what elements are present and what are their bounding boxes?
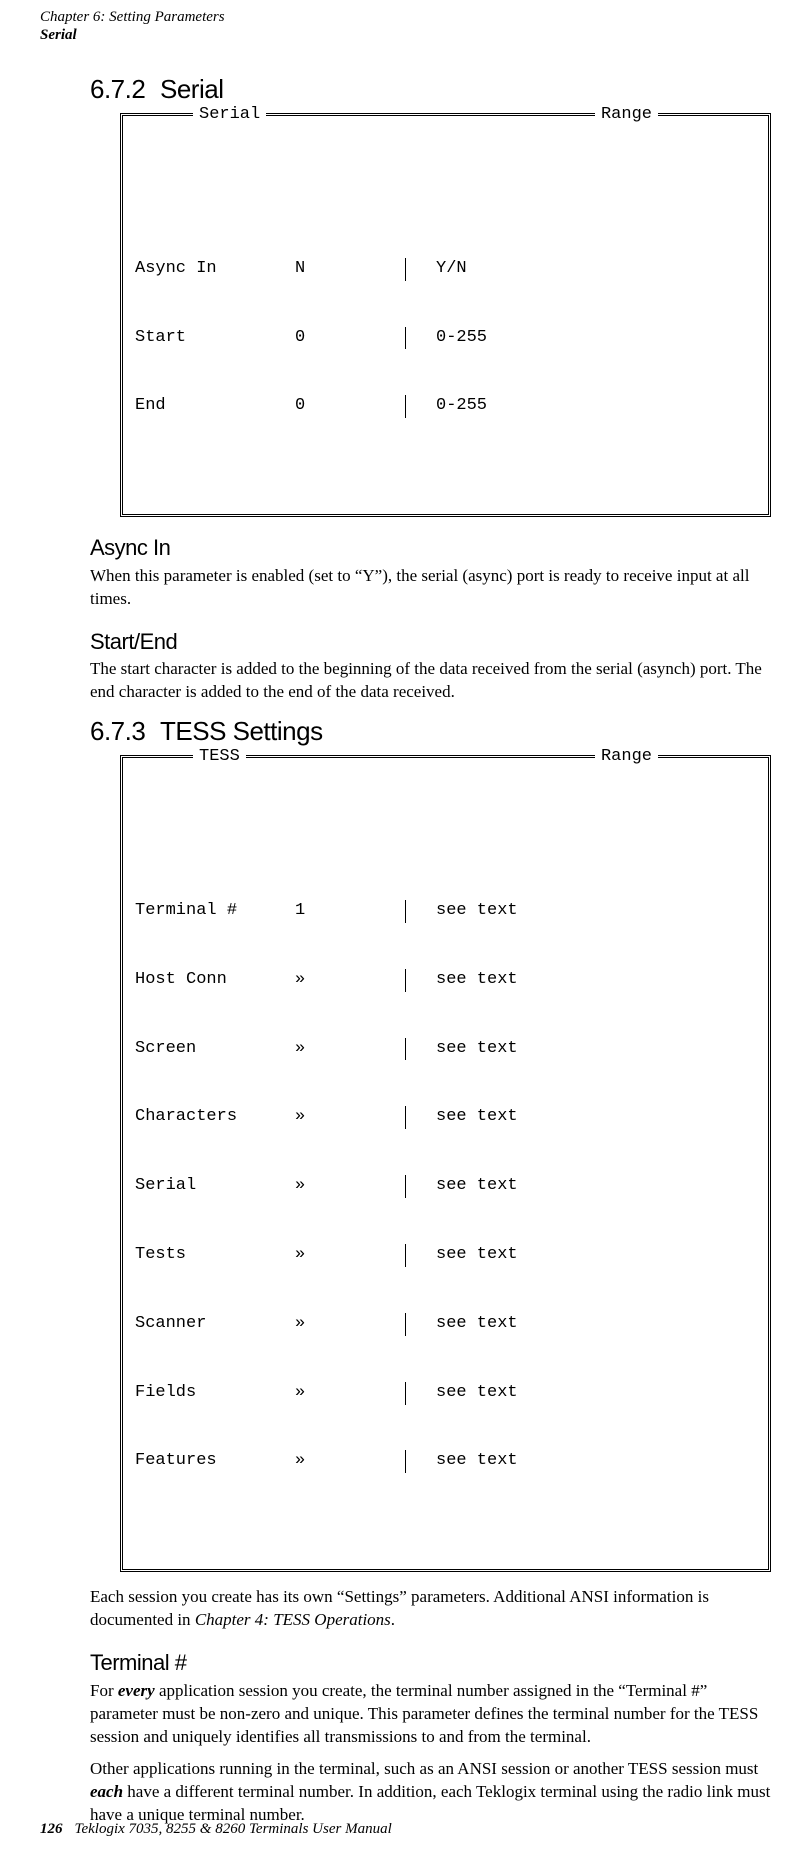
book-title: Teklogix 7035, 8255 & 8260 Terminals Use… <box>75 1821 392 1837</box>
running-header: Chapter 6: Setting Parameters Serial <box>40 8 771 44</box>
param-row: Features»see text <box>135 1450 756 1473</box>
heading-async-in: Async In <box>90 533 771 563</box>
heading-6-7-3: 6.7.3TESS Settings <box>90 714 771 749</box>
param-name: Features <box>135 1450 295 1473</box>
tess-intro: Each session you create has its own “Set… <box>90 1586 771 1632</box>
param-row: Fields»see text <box>135 1382 756 1405</box>
start-end-body: The start character is added to the begi… <box>90 658 771 704</box>
param-range: see text <box>405 1313 756 1336</box>
param-value: » <box>295 1450 405 1473</box>
heading-title: Serial <box>160 74 223 104</box>
param-range: see text <box>405 1382 756 1405</box>
param-name: Terminal # <box>135 900 295 923</box>
param-row: Terminal #1see text <box>135 900 756 923</box>
runhead-chapter: Chapter 6: Setting Parameters <box>40 8 771 26</box>
box-label-serial: Serial <box>193 104 266 127</box>
emphasis-every: every <box>118 1681 155 1700</box>
param-value: 0 <box>295 327 405 350</box>
param-range: see text <box>405 1244 756 1267</box>
param-name: Characters <box>135 1106 295 1129</box>
heading-terminal-num: Terminal # <box>90 1648 771 1678</box>
page-number: 126 <box>40 1821 63 1837</box>
param-name: Scanner <box>135 1313 295 1336</box>
heading-start-end: Start/End <box>90 627 771 657</box>
async-in-body: When this parameter is enabled (set to “… <box>90 565 771 611</box>
param-row: Scanner»see text <box>135 1313 756 1336</box>
param-range: see text <box>405 1106 756 1129</box>
param-value: 1 <box>295 900 405 923</box>
param-name: Host Conn <box>135 969 295 992</box>
tess-intro-ref: Chapter 4: TESS Operations <box>195 1610 391 1629</box>
heading-title: TESS Settings <box>160 716 323 746</box>
heading-number: 6.7.3 <box>90 714 160 749</box>
param-value: » <box>295 1382 405 1405</box>
param-value: » <box>295 969 405 992</box>
param-name: Screen <box>135 1038 295 1061</box>
heading-number: 6.7.2 <box>90 72 160 107</box>
param-name: Async In <box>135 258 295 281</box>
param-value: » <box>295 1106 405 1129</box>
param-row: Async InNY/N <box>135 258 756 281</box>
param-range: 0-255 <box>405 395 756 418</box>
param-range: see text <box>405 1038 756 1061</box>
page-footer: 126 Teklogix 7035, 8255 & 8260 Terminals … <box>40 1819 771 1839</box>
tess-intro-text: Each session you create has its own “Set… <box>90 1587 709 1629</box>
tess-param-box: TESS Range Terminal #1see text Host Conn… <box>120 755 771 1572</box>
param-range: 0-255 <box>405 327 756 350</box>
param-row: Tests»see text <box>135 1244 756 1267</box>
param-row: Start00-255 <box>135 327 756 350</box>
param-row: Host Conn»see text <box>135 969 756 992</box>
param-name: Fields <box>135 1382 295 1405</box>
terminal-p2: Other applications running in the termin… <box>90 1758 771 1827</box>
param-range: Y/N <box>405 258 756 281</box>
param-value: 0 <box>295 395 405 418</box>
box-label-range: Range <box>595 104 658 127</box>
serial-param-box: Serial Range Async InNY/N Start00-255 En… <box>120 113 771 517</box>
param-name: Start <box>135 327 295 350</box>
heading-6-7-2: 6.7.2Serial <box>90 72 771 107</box>
param-range: see text <box>405 969 756 992</box>
param-value: » <box>295 1244 405 1267</box>
param-value: » <box>295 1313 405 1336</box>
param-range: see text <box>405 1450 756 1473</box>
terminal-p1: For every application session you create… <box>90 1680 771 1749</box>
param-range: see text <box>405 900 756 923</box>
param-name: Tests <box>135 1244 295 1267</box>
param-row: End00-255 <box>135 395 756 418</box>
runhead-section: Serial <box>40 26 771 44</box>
param-range: see text <box>405 1175 756 1198</box>
tess-intro-tail: . <box>391 1610 395 1629</box>
param-row: Characters»see text <box>135 1106 756 1129</box>
param-value: » <box>295 1038 405 1061</box>
param-row: Screen»see text <box>135 1038 756 1061</box>
param-name: End <box>135 395 295 418</box>
param-row: Serial»see text <box>135 1175 756 1198</box>
param-name: Serial <box>135 1175 295 1198</box>
emphasis-each: each <box>90 1782 123 1801</box>
box-label-range: Range <box>595 746 658 769</box>
param-value: » <box>295 1175 405 1198</box>
box-label-tess: TESS <box>193 746 246 769</box>
param-value: N <box>295 258 405 281</box>
